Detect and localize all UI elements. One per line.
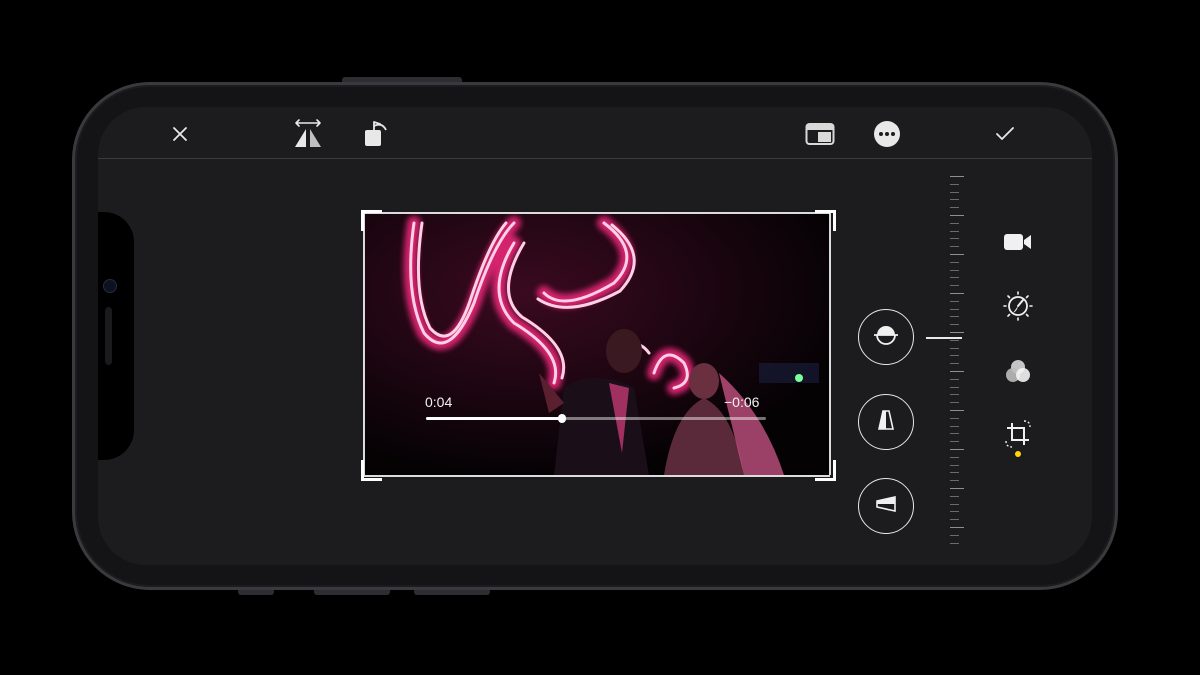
crop-rotate-icon[interactable]: [1000, 416, 1036, 452]
ruler-tick: [950, 480, 959, 482]
more-icon[interactable]: [871, 118, 903, 150]
ruler-tick: [950, 261, 959, 263]
ruler-tick: [950, 176, 964, 177]
ruler-tick: [950, 472, 959, 474]
ruler-tick: [950, 449, 964, 450]
ruler-tick: [950, 417, 959, 419]
ruler-tick: [950, 207, 959, 209]
selected-mode-indicator: [1015, 451, 1021, 457]
crop-handle-bottom-left[interactable]: [361, 460, 382, 481]
time-remaining: −0:06: [724, 394, 760, 410]
earpiece-speaker: [105, 307, 112, 365]
volume-up-button: [314, 590, 390, 595]
playback-scrubber[interactable]: [426, 414, 766, 423]
toolbar-divider: [98, 158, 1092, 159]
vertical-perspective-icon: [873, 407, 899, 438]
ruler-tick: [950, 277, 959, 279]
ruler-tick: [950, 519, 959, 521]
ruler-tick: [950, 269, 959, 271]
video-camera-icon[interactable]: [1000, 226, 1036, 258]
ruler-tick: [950, 456, 959, 458]
ruler-tick: [950, 441, 959, 443]
crop-edge-top: [364, 212, 830, 214]
horizontal-perspective-button[interactable]: [858, 478, 914, 534]
ruler-tick: [950, 542, 959, 544]
ruler-tick: [950, 300, 959, 302]
ruler-tick: [950, 191, 959, 193]
ruler-tick: [950, 425, 959, 427]
ruler-tick: [950, 230, 959, 232]
aspect-ratio-icon[interactable]: [802, 118, 838, 150]
ruler-tick: [950, 183, 959, 185]
scrubber-handle[interactable]: [558, 414, 566, 423]
ruler-tick: [950, 402, 959, 404]
ruler-tick: [950, 527, 964, 528]
ruler-tick: [950, 339, 959, 341]
ruler-tick: [950, 503, 959, 505]
ruler-tick: [950, 199, 959, 201]
ruler-tick: [950, 488, 964, 489]
close-icon[interactable]: [166, 120, 194, 148]
rotate-icon[interactable]: [358, 116, 394, 152]
scrubber-progress: [426, 417, 562, 420]
crop-handle-bottom-right[interactable]: [815, 460, 836, 481]
filters-icon[interactable]: [1000, 354, 1036, 390]
video-preview[interactable]: [364, 213, 830, 475]
ruler-tick: [950, 215, 964, 216]
notch: [98, 212, 134, 460]
ruler-tick: [950, 534, 959, 536]
flip-horizontal-icon[interactable]: [290, 116, 326, 152]
ruler-tick: [950, 433, 959, 435]
volume-down-button: [414, 590, 490, 595]
horizontal-perspective-icon: [873, 491, 899, 522]
adjust-dial-icon[interactable]: [1000, 288, 1036, 324]
front-camera: [103, 279, 117, 293]
ruler-tick: [950, 222, 959, 224]
ruler-tick: [950, 394, 959, 396]
ruler-tick: [950, 371, 964, 372]
ruler-tick: [950, 495, 959, 497]
ruler-tick: [950, 378, 959, 380]
crop-handle-top-right[interactable]: [815, 210, 836, 231]
ruler-tick: [950, 293, 964, 294]
ruler-tick: [950, 410, 964, 411]
crop-edge-bottom: [364, 475, 830, 477]
angle-ruler[interactable]: [946, 176, 968, 552]
crop-handle-top-left[interactable]: [361, 210, 382, 231]
ruler-tick: [950, 246, 959, 248]
ruler-tick: [950, 308, 959, 310]
ruler-tick: [950, 324, 959, 326]
ruler-indicator: [926, 337, 962, 339]
ruler-tick: [950, 386, 959, 388]
straighten-button[interactable]: [858, 309, 914, 365]
ruler-tick: [950, 285, 959, 287]
ruler-tick: [950, 254, 964, 255]
ruler-tick: [950, 316, 959, 318]
ruler-tick: [950, 363, 959, 365]
ruler-tick: [950, 347, 959, 349]
ruler-tick: [950, 355, 959, 357]
mute-switch: [238, 590, 274, 595]
crop-edge-left: [363, 213, 365, 475]
crop-edge-right: [829, 213, 831, 475]
straighten-icon: [873, 322, 899, 353]
checkmark-icon[interactable]: [990, 120, 1020, 148]
ruler-tick: [950, 511, 959, 513]
time-elapsed: 0:04: [425, 394, 453, 410]
ruler-tick: [950, 332, 964, 333]
ruler-tick: [950, 464, 959, 466]
vertical-perspective-button[interactable]: [858, 394, 914, 450]
video-frame-image: [364, 213, 830, 475]
ruler-tick: [950, 238, 959, 240]
